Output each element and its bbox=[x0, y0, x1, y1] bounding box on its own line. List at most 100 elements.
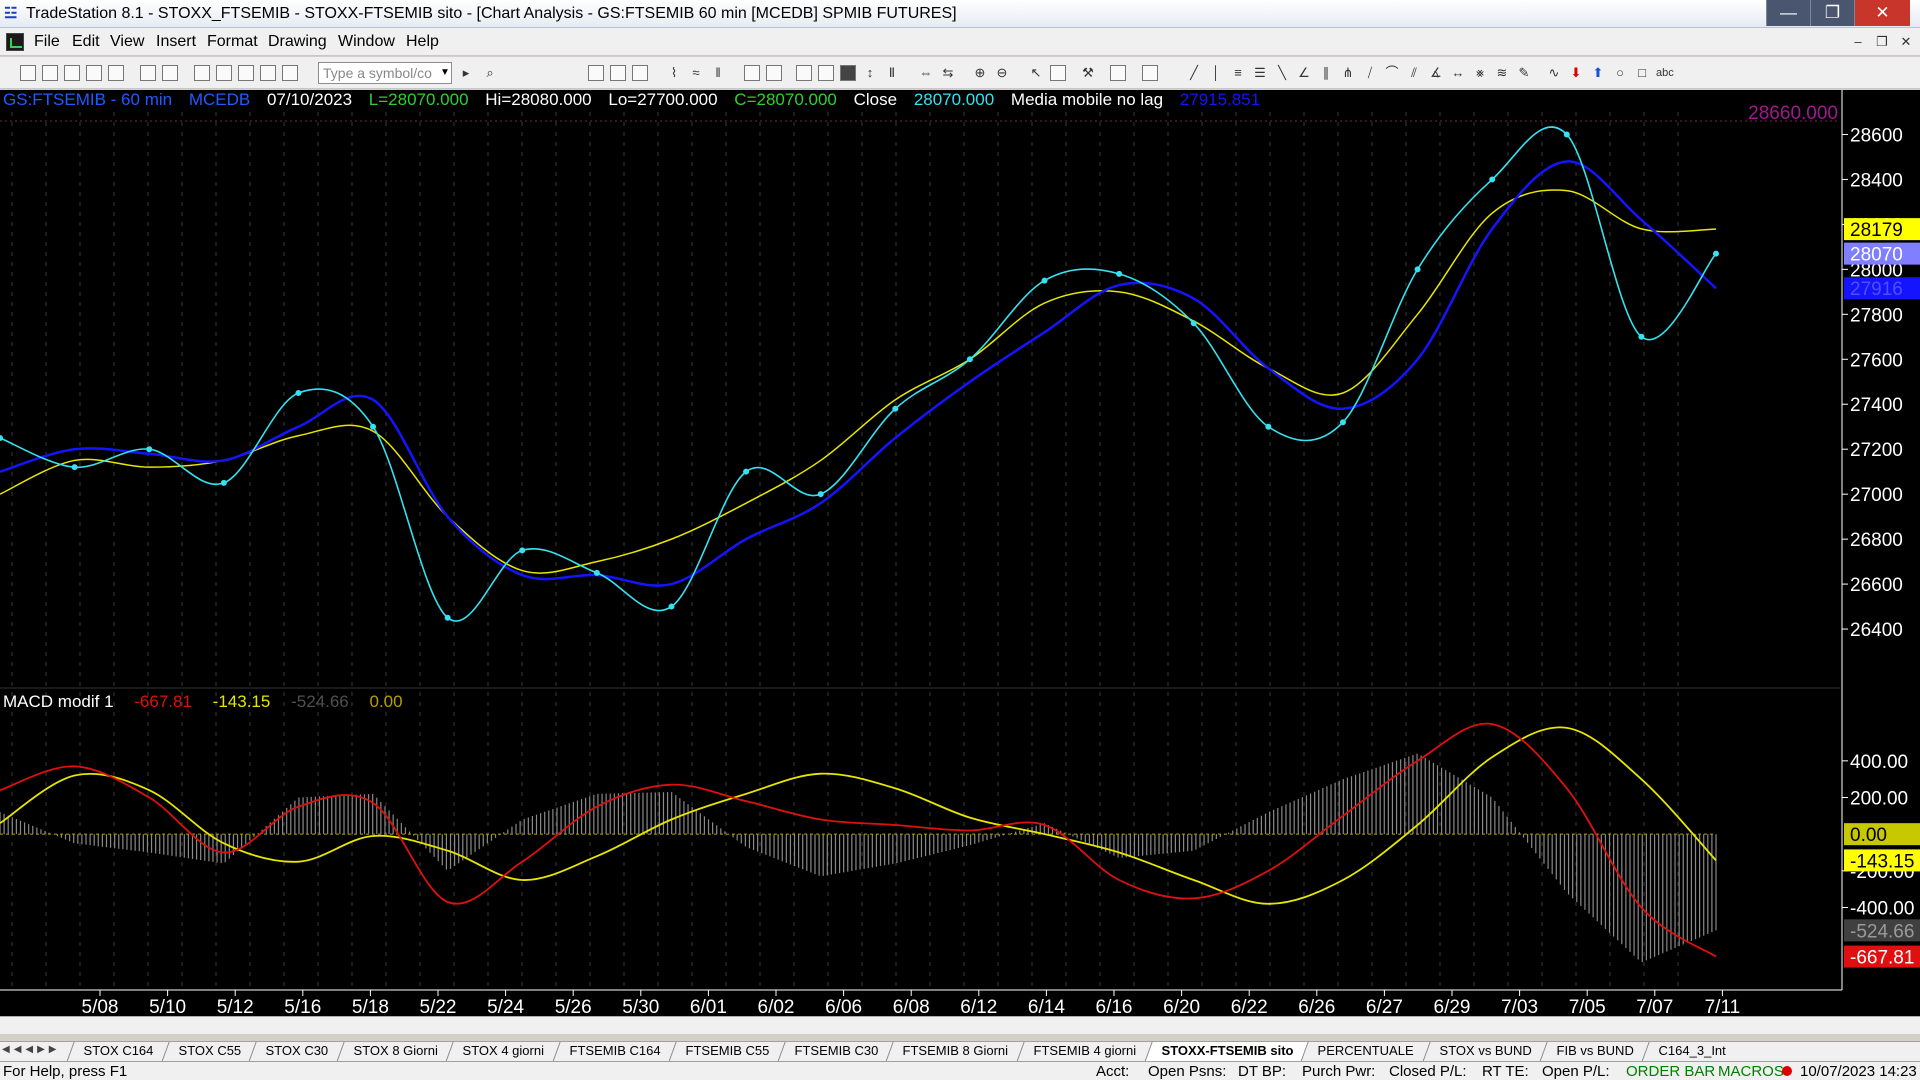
menu-drawing[interactable]: Drawing bbox=[268, 33, 327, 51]
scroll-bars-icon[interactable]: ⇆ bbox=[940, 65, 956, 81]
tab-stox-c30[interactable]: STOX C30 bbox=[248, 1042, 344, 1062]
time-cycle-icon[interactable]: ≋ bbox=[1494, 65, 1510, 81]
arrow-right-icon[interactable]: ▸ bbox=[458, 65, 474, 81]
tab-stox-8-giorni[interactable]: STOX 8 Giorni bbox=[336, 1042, 454, 1062]
channel-icon[interactable]: ∥ bbox=[1318, 65, 1334, 81]
quote-icon[interactable] bbox=[840, 65, 856, 81]
tab-stox-vs-bund[interactable]: STOX vs BUND bbox=[1421, 1042, 1547, 1062]
gann-fan-icon[interactable]: ∠ bbox=[1296, 65, 1312, 81]
menu-help[interactable]: Help bbox=[406, 33, 439, 51]
andrews-pitchfork-icon[interactable]: ⋔ bbox=[1340, 65, 1356, 81]
price-axis-label: 26400 bbox=[1850, 620, 1903, 641]
horizontal-line-icon[interactable]: ≡ bbox=[1230, 65, 1246, 81]
hammer-icon[interactable]: ⚒ bbox=[1080, 65, 1096, 81]
angle-icon[interactable]: ∡ bbox=[1428, 65, 1444, 81]
tab-stox-c164[interactable]: STOX C164 bbox=[66, 1042, 169, 1062]
parallel-lines-icon[interactable]: ⫽ bbox=[1406, 65, 1422, 81]
open-folder-icon[interactable] bbox=[42, 65, 58, 81]
insert-analysis-icon[interactable] bbox=[744, 65, 760, 81]
down-arrow-icon[interactable]: ⬇ bbox=[1568, 65, 1584, 81]
grid-icon[interactable] bbox=[632, 65, 648, 81]
tab-percentuale[interactable]: PERCENTUALE bbox=[1300, 1042, 1430, 1062]
menu-insert[interactable]: Insert bbox=[156, 33, 196, 51]
radar-screen-icon[interactable] bbox=[796, 65, 812, 81]
candlestick-icon[interactable]: ‖ bbox=[710, 65, 726, 81]
tab-ftsemib-c164[interactable]: FTSEMIB C164 bbox=[552, 1042, 676, 1062]
regression-icon[interactable]: ⧸ bbox=[1362, 65, 1378, 81]
macros-button[interactable]: MACROS bbox=[1718, 1063, 1784, 1080]
vertical-lines-icon[interactable]: │ bbox=[1208, 65, 1224, 81]
new-file-icon[interactable] bbox=[20, 65, 36, 81]
mdi-minimize-button[interactable]: – bbox=[1847, 32, 1869, 52]
window-tile-icon[interactable] bbox=[216, 65, 232, 81]
fibonacci-icon[interactable]: ☰ bbox=[1252, 65, 1268, 81]
window-new-icon[interactable] bbox=[194, 65, 210, 81]
alert-icon[interactable] bbox=[1142, 65, 1158, 81]
price-chart[interactable]: 28660.0002860028400282002800027800276002… bbox=[0, 90, 1920, 1016]
ellipse-icon[interactable]: ○ bbox=[1612, 65, 1628, 81]
pen-icon[interactable]: ✎ bbox=[1516, 65, 1532, 81]
speed-lines-icon[interactable]: ╲ bbox=[1274, 65, 1290, 81]
tab-stox-4-giorni[interactable]: STOX 4 giorni bbox=[445, 1042, 560, 1062]
arc-icon[interactable]: ⌒ bbox=[1384, 65, 1400, 81]
data-window-icon[interactable] bbox=[1050, 65, 1066, 81]
menu-edit[interactable]: Edit bbox=[72, 33, 100, 51]
chart-scrollbar[interactable] bbox=[0, 1016, 1920, 1034]
symbol-input[interactable]: Type a symbol/co bbox=[318, 62, 452, 84]
freehand-icon[interactable]: ∿ bbox=[1546, 65, 1562, 81]
zoom-out-icon[interactable]: ⊖ bbox=[994, 65, 1010, 81]
measure-icon[interactable]: ↔ bbox=[1450, 65, 1466, 81]
mdi-restore-button[interactable]: ❐ bbox=[1871, 32, 1893, 52]
print-icon[interactable] bbox=[162, 65, 178, 81]
menu-view[interactable]: View bbox=[110, 33, 144, 51]
time-sales-icon[interactable]: ↕ bbox=[862, 65, 878, 81]
up-arrow-icon[interactable]: ⬆ bbox=[1590, 65, 1606, 81]
gann-square-icon[interactable]: ⨳ bbox=[1472, 65, 1488, 81]
globe-icon[interactable] bbox=[282, 65, 298, 81]
close-price-point bbox=[220, 479, 227, 486]
menu-file[interactable]: File bbox=[34, 33, 60, 51]
zoom-in-icon[interactable]: ⊕ bbox=[972, 65, 988, 81]
time-axis-label: 6/22 bbox=[1231, 997, 1268, 1016]
format-analysis-icon[interactable] bbox=[766, 65, 782, 81]
minimize-button[interactable]: — bbox=[1766, 0, 1810, 26]
close-button[interactable]: ✕ bbox=[1854, 0, 1910, 26]
mdi-close-button[interactable]: ✕ bbox=[1895, 32, 1917, 52]
scissors-icon[interactable] bbox=[260, 65, 276, 81]
zoom-symbol-icon[interactable]: ⌕ bbox=[482, 65, 498, 81]
tab-stox-c55[interactable]: STOX C55 bbox=[161, 1042, 257, 1062]
copy-icon[interactable] bbox=[86, 65, 102, 81]
matrix-icon[interactable]: Ⅱ bbox=[884, 65, 900, 81]
text-tool-icon[interactable]: abc bbox=[1656, 65, 1674, 81]
open-workspace-icon[interactable] bbox=[64, 65, 80, 81]
pointer-icon[interactable]: ↖ bbox=[1028, 65, 1044, 81]
bar-spacing-icon[interactable]: ⇔ bbox=[918, 65, 934, 81]
tab-stoxx-ftsemib-sito[interactable]: STOXX-FTSEMIB sito bbox=[1143, 1042, 1309, 1062]
order-bar-button[interactable]: ORDER BAR bbox=[1626, 1063, 1715, 1080]
sync-icon[interactable] bbox=[1110, 65, 1126, 81]
trendline-icon[interactable]: ╱ bbox=[1186, 65, 1202, 81]
rectangle-icon[interactable]: □ bbox=[1634, 65, 1650, 81]
tab-navigation-icons[interactable]: ◀◀◀▶▶ bbox=[2, 1044, 60, 1055]
tab-ftsemib-8-giorni[interactable]: FTSEMIB 8 Giorni bbox=[885, 1042, 1024, 1062]
menu-window[interactable]: Window bbox=[338, 33, 395, 51]
tab-ftsemib-c55[interactable]: FTSEMIB C55 bbox=[668, 1042, 785, 1062]
chart-window-icon[interactable] bbox=[6, 33, 24, 51]
bar-chart-icon[interactable]: ⌇ bbox=[666, 65, 682, 81]
options-icon[interactable] bbox=[818, 65, 834, 81]
tab-c164-3-int[interactable]: C164_3_Int bbox=[1641, 1042, 1741, 1062]
line-chart-icon[interactable]: ≈ bbox=[688, 65, 704, 81]
status-open-pl: Open P/L: bbox=[1542, 1063, 1610, 1080]
symbol-dropdown-icon[interactable]: ▼ bbox=[438, 62, 452, 84]
chart-analysis-area[interactable]: 28660.0002860028400282002800027800276002… bbox=[0, 90, 1920, 1024]
tab-fib-vs-bund[interactable]: FIB vs BUND bbox=[1539, 1042, 1649, 1062]
menu-format[interactable]: Format bbox=[207, 33, 258, 51]
chart-style-icon[interactable] bbox=[588, 65, 604, 81]
tab-ftsemib-c30[interactable]: FTSEMIB C30 bbox=[777, 1042, 894, 1062]
print-preview-icon[interactable] bbox=[140, 65, 156, 81]
maximize-button[interactable]: ❐ bbox=[1810, 0, 1854, 26]
save-icon[interactable] bbox=[108, 65, 124, 81]
chart-format-icon[interactable] bbox=[610, 65, 626, 81]
tab-ftsemib-4-giorni[interactable]: FTSEMIB 4 giorni bbox=[1016, 1042, 1152, 1062]
lock-icon[interactable] bbox=[238, 65, 254, 81]
